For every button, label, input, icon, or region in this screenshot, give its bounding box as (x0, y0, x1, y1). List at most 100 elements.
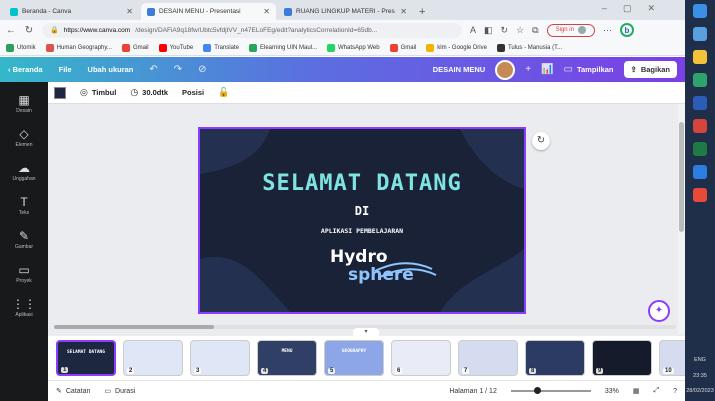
resize-button[interactable]: Ubah ukuran (88, 65, 134, 74)
grid-view-icon[interactable]: ▦ (633, 387, 640, 395)
background-color-swatch[interactable] (54, 86, 66, 99)
file-menu[interactable]: File (59, 65, 72, 74)
present-button[interactable]: ▭ Tampilkan (564, 64, 614, 75)
reload-icon[interactable]: ↻ (24, 25, 34, 36)
url-field[interactable]: 🔒 https://www.canva.com/design/DAFiA9q18… (42, 22, 462, 38)
logo-text-hydro[interactable]: Hydro (330, 247, 388, 267)
page-thumbnail[interactable]: 9 (592, 340, 652, 376)
zoom-slider[interactable] (510, 387, 591, 394)
language-indicator[interactable]: ENG (694, 357, 706, 364)
vertical-scrollbar[interactable] (678, 104, 685, 334)
sidebar-item-desain[interactable]: ▦ Desain (16, 94, 32, 114)
file-explorer-icon[interactable] (693, 50, 707, 64)
page-thumbnail[interactable]: GEOGRAPHY 5 (324, 340, 384, 376)
slide-canvas[interactable]: SELAMAT DATANG DI APLIKASI PEMBELAJARAN … (198, 127, 526, 314)
close-tab-icon[interactable]: ✕ (400, 7, 407, 16)
magic-assistant-icon[interactable]: ✦ (648, 300, 670, 322)
extension-icon[interactable]: ◧ (484, 25, 493, 36)
position-button[interactable]: Posisi (182, 88, 204, 97)
close-window-icon[interactable]: ✕ (647, 3, 655, 14)
minimize-icon[interactable]: – (602, 3, 607, 14)
scroll-thumb[interactable] (54, 325, 214, 329)
chrome-icon[interactable] (693, 119, 707, 133)
browser-tab-active[interactable]: DESAIN MENU - Presentasi ✕ (141, 3, 276, 20)
page-thumbnail[interactable]: 10 (659, 340, 685, 376)
page-thumbnail[interactable]: 3 (190, 340, 250, 376)
sidebar-item-aplikasi[interactable]: ⋮⋮ Aplikasi (12, 298, 36, 318)
bookmark[interactable]: Tulus - Manusia (T... (496, 43, 562, 52)
url-host: https://www.canva.com (63, 26, 131, 34)
lock-button[interactable]: 🔓 (218, 87, 229, 98)
notes-button[interactable]: ✎ Catatan (56, 387, 90, 396)
collapse-pages-icon[interactable]: ▾ (353, 328, 379, 336)
close-tab-icon[interactable]: ✕ (263, 7, 270, 16)
animate-button[interactable]: ◎ Timbul (80, 87, 116, 98)
edge-icon[interactable] (693, 73, 707, 87)
redo-icon[interactable]: ↷ (174, 64, 182, 75)
maximize-icon[interactable]: ▢ (623, 3, 632, 14)
slide-title[interactable]: SELAMAT DATANG (200, 171, 524, 196)
store-icon[interactable] (693, 165, 707, 179)
bing-icon[interactable]: b (619, 23, 634, 37)
undo-icon[interactable]: ↶ (149, 64, 157, 75)
new-tab-button[interactable]: + (419, 6, 425, 18)
sidebar-item-gambar[interactable]: ✎ Gambar (15, 230, 33, 250)
add-collaborator-icon[interactable]: + (525, 64, 531, 75)
sidebar-item-proyek[interactable]: ▭ Proyek (16, 264, 32, 284)
excel-icon[interactable] (693, 142, 707, 156)
help-icon[interactable]: ? (673, 388, 677, 395)
page-thumbnail[interactable]: 6 (391, 340, 451, 376)
app-icon[interactable] (693, 188, 707, 202)
page-thumbnail[interactable]: SELAMAT DATANG 1 (56, 340, 116, 376)
bookmark[interactable]: YouTube (158, 43, 193, 52)
sign-in-button[interactable]: Sign in (546, 23, 595, 37)
favorite-star-icon[interactable]: ☆ (516, 25, 524, 36)
slide-subtitle[interactable]: DI (200, 204, 524, 218)
bookmark[interactable]: Gmail (121, 43, 149, 52)
sidebar-item-teks[interactable]: T Teks (19, 196, 29, 216)
sidebar-item-unggahan[interactable]: ☁ Unggahan (12, 162, 35, 182)
duration-button[interactable]: ◷ 30.0dtk (130, 87, 168, 98)
more-icon[interactable]: ⋯ (603, 25, 612, 36)
page-thumbnail[interactable]: MENU 4 (257, 340, 317, 376)
clock-date[interactable]: 28/02/2023 (686, 388, 714, 395)
zoom-slider-knob[interactable] (533, 387, 541, 394)
fullscreen-icon[interactable]: ⤢ (653, 387, 659, 395)
sidebar-item-elemen[interactable]: ◇ Elemen (16, 128, 33, 148)
bookmark[interactable]: Elearning UIN Maul... (248, 43, 317, 52)
browser-tab[interactable]: Beranda - Canva ✕ (4, 3, 139, 20)
refresh-page-icon[interactable]: ↻ (532, 132, 550, 150)
browser-tab[interactable]: RUANG LINGKUP MATERI - Pres ✕ (278, 3, 413, 20)
word-icon[interactable] (693, 96, 707, 110)
close-tab-icon[interactable]: ✕ (126, 7, 133, 16)
back-home-button[interactable]: ‹ Beranda (8, 65, 43, 74)
share-button[interactable]: ⇪ Bagikan (623, 61, 677, 78)
duration-toggle[interactable]: ▭ Durasi (104, 387, 136, 396)
zoom-level[interactable]: 33% (605, 388, 619, 395)
clock-time[interactable]: 23:35 (693, 373, 707, 380)
read-aloud-icon[interactable]: A (470, 25, 476, 35)
page-thumbnail[interactable]: 2 (123, 340, 183, 376)
refresh-icon[interactable]: ↻ (501, 25, 509, 36)
cloud-saved-icon[interactable]: ⊘ (198, 64, 206, 75)
bookmark[interactable]: Human Geography... (45, 43, 112, 52)
logo-text-sphere[interactable]: sphere (348, 265, 414, 285)
search-icon[interactable] (693, 27, 707, 41)
design-name[interactable]: DESAIN MENU (433, 65, 486, 74)
back-arrow-icon[interactable]: ← (6, 25, 16, 36)
bookmark[interactable]: Utomik (6, 43, 36, 52)
bookmark[interactable]: Translate (203, 43, 239, 52)
scroll-thumb[interactable] (679, 122, 684, 232)
bookmark[interactable]: Gmail (389, 43, 416, 52)
slide-caption[interactable]: APLIKASI PEMBELAJARAN (200, 227, 524, 235)
user-avatar[interactable] (495, 59, 516, 80)
page-indicator[interactable]: Halaman 1 / 12 (449, 388, 496, 395)
insights-chart-icon[interactable]: 📊 (541, 64, 553, 75)
page-thumbnail[interactable]: 7 (458, 340, 518, 376)
bookmark[interactable]: WhatsApp Web (327, 43, 380, 52)
collections-icon[interactable]: ⧉ (532, 25, 538, 36)
duration-toggle-label: Durasi (115, 387, 136, 395)
start-icon[interactable] (693, 4, 707, 18)
page-thumbnail[interactable]: 8 (525, 340, 585, 376)
bookmark[interactable]: klm - Google Drive (426, 43, 487, 52)
